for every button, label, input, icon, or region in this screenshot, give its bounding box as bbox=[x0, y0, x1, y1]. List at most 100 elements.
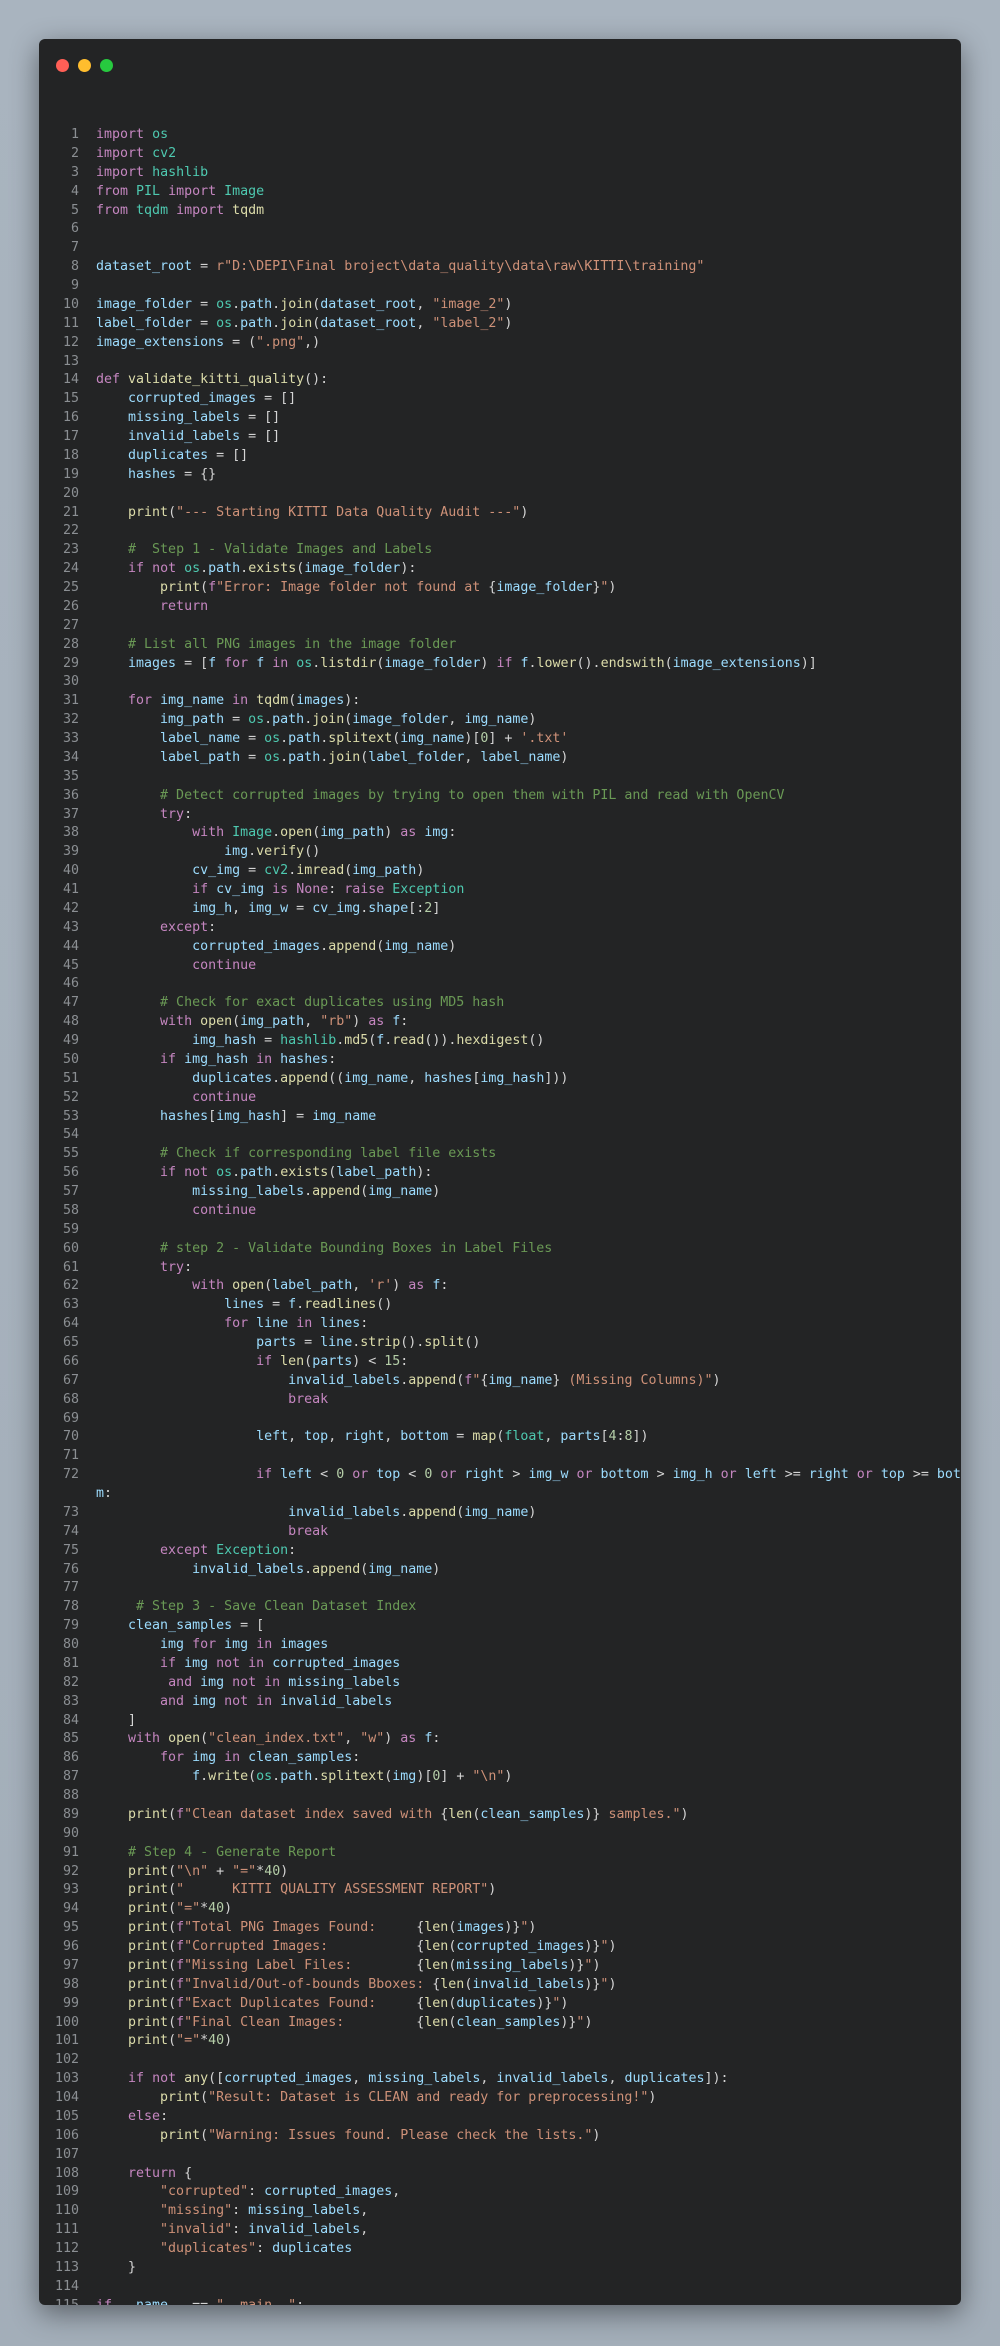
code-token: : bbox=[440, 1278, 449, 1294]
code-token: "Warning: Issues found. Please check the… bbox=[208, 2127, 593, 2143]
code-token: : bbox=[104, 1486, 113, 1501]
code-token: os bbox=[216, 315, 233, 331]
code-token: duplicates bbox=[192, 1070, 273, 1086]
code-token: img_path bbox=[240, 1014, 305, 1030]
line-number: 19 bbox=[62, 466, 79, 482]
line-text: corrupted_images = [] bbox=[96, 390, 296, 409]
code-token: ".png" bbox=[256, 334, 305, 350]
code-token: ) bbox=[224, 1901, 233, 1917]
code-token: : bbox=[616, 1429, 625, 1445]
line-text: if left < 0 or top < 0 or right > img_w … bbox=[96, 1466, 961, 1485]
code-token: if bbox=[128, 561, 145, 577]
line-number: 29 bbox=[62, 655, 79, 671]
code-token: hashlib bbox=[152, 164, 209, 180]
code-token: label_name bbox=[160, 731, 241, 746]
close-dot-icon[interactable] bbox=[56, 59, 69, 72]
code-token: "w" bbox=[360, 1731, 385, 1747]
code-editor[interactable]: 1 import os 2 import cv2 3 import hashlib 4 fro… bbox=[39, 126, 961, 2305]
code-token: "missing" bbox=[160, 2203, 233, 2219]
code-token: , bbox=[464, 749, 481, 765]
code-token: f bbox=[176, 2014, 185, 2030]
maximize-dot-icon[interactable] bbox=[100, 59, 113, 72]
code-token: ) bbox=[560, 749, 569, 765]
code-token: img_h bbox=[672, 1467, 713, 1483]
code-token: 40 bbox=[264, 1863, 281, 1879]
code-token: img_name bbox=[368, 1561, 433, 1577]
code-token: as bbox=[400, 825, 417, 841]
code-token: ( bbox=[168, 504, 177, 520]
line-number: 85 bbox=[62, 1731, 79, 1747]
code-token: path bbox=[208, 561, 241, 577]
code-line: 106 print("Warning: Issues found. Please… bbox=[39, 2127, 961, 2146]
line-number: 110 bbox=[54, 2203, 79, 2219]
code-token: f bbox=[288, 1297, 297, 1313]
code-token: append bbox=[280, 1070, 329, 1086]
code-token: . bbox=[264, 712, 273, 728]
line-number: 20 bbox=[62, 485, 79, 501]
code-token: Exception bbox=[216, 1542, 289, 1558]
code-token: : bbox=[296, 2298, 304, 2305]
code-token: images bbox=[128, 655, 177, 671]
code-token: except bbox=[160, 1542, 209, 1558]
code-token: . bbox=[272, 1769, 281, 1785]
code-token: label_folder bbox=[368, 749, 465, 765]
code-token: : bbox=[232, 2203, 249, 2219]
code-token: not in bbox=[224, 1693, 273, 1709]
code-token: img bbox=[184, 1655, 209, 1671]
line-number: 21 bbox=[62, 504, 79, 520]
code-token: : bbox=[184, 806, 193, 822]
code-line: 48 with open(img_path, "rb") as f: bbox=[39, 1013, 961, 1032]
code-token: : bbox=[352, 1750, 361, 1766]
line-text: dataset_root = r"D:\DEPI\Final broject\d… bbox=[96, 258, 704, 277]
code-token: if bbox=[192, 882, 209, 897]
code-token: ( bbox=[248, 1769, 257, 1785]
code-token: readlines bbox=[304, 1297, 377, 1313]
line-number: 67 bbox=[62, 1372, 79, 1388]
code-token: ( bbox=[168, 2033, 177, 2049]
line-number: 104 bbox=[54, 2090, 79, 2105]
code-token: __name__ bbox=[120, 2298, 184, 2305]
code-window: 1 import os 2 import cv2 3 import hashlib 4 fro… bbox=[39, 39, 961, 2305]
code-token: break bbox=[288, 1391, 329, 1407]
minimize-dot-icon[interactable] bbox=[78, 59, 91, 72]
code-token: ) bbox=[384, 825, 401, 841]
line-number: 44 bbox=[62, 938, 79, 954]
code-token: , bbox=[608, 2071, 625, 2087]
code-token: . bbox=[304, 1561, 313, 1577]
code-token: img_hash bbox=[184, 1051, 249, 1067]
code-line: 34 label_path = os.path.join(label_folde… bbox=[39, 749, 961, 768]
code-token: : bbox=[160, 2108, 169, 2124]
code-token: { bbox=[176, 2165, 193, 2181]
line-number: 80 bbox=[62, 1637, 79, 1652]
code-token: ) bbox=[392, 1278, 409, 1294]
code-line: 71 bbox=[39, 1447, 961, 1466]
code-token: "=" bbox=[232, 1863, 257, 1879]
code-line: 26 return bbox=[39, 598, 961, 617]
code-token: = [] bbox=[240, 429, 281, 444]
code-line: 33 label_name = os.path.splitext(img_nam… bbox=[39, 730, 961, 749]
line-text: lines = f.readlines() bbox=[96, 1296, 392, 1315]
code-token: # Check for exact duplicates using MD5 h… bbox=[160, 995, 505, 1011]
line-number: 36 bbox=[62, 787, 79, 803]
line-number: 34 bbox=[62, 749, 79, 765]
line-number: 78 bbox=[62, 1599, 79, 1615]
code-token: line bbox=[256, 1316, 289, 1332]
code-token: # List all PNG images in the image folde… bbox=[128, 636, 457, 652]
code-token: , bbox=[304, 1014, 321, 1030]
code-line: 90 bbox=[39, 1825, 961, 1844]
code-line: 5 from tqdm import tqdm bbox=[39, 202, 961, 221]
code-token: ) bbox=[504, 315, 513, 331]
code-token: invalid_labels bbox=[288, 1504, 401, 1520]
code-token: in bbox=[296, 1316, 313, 1332]
